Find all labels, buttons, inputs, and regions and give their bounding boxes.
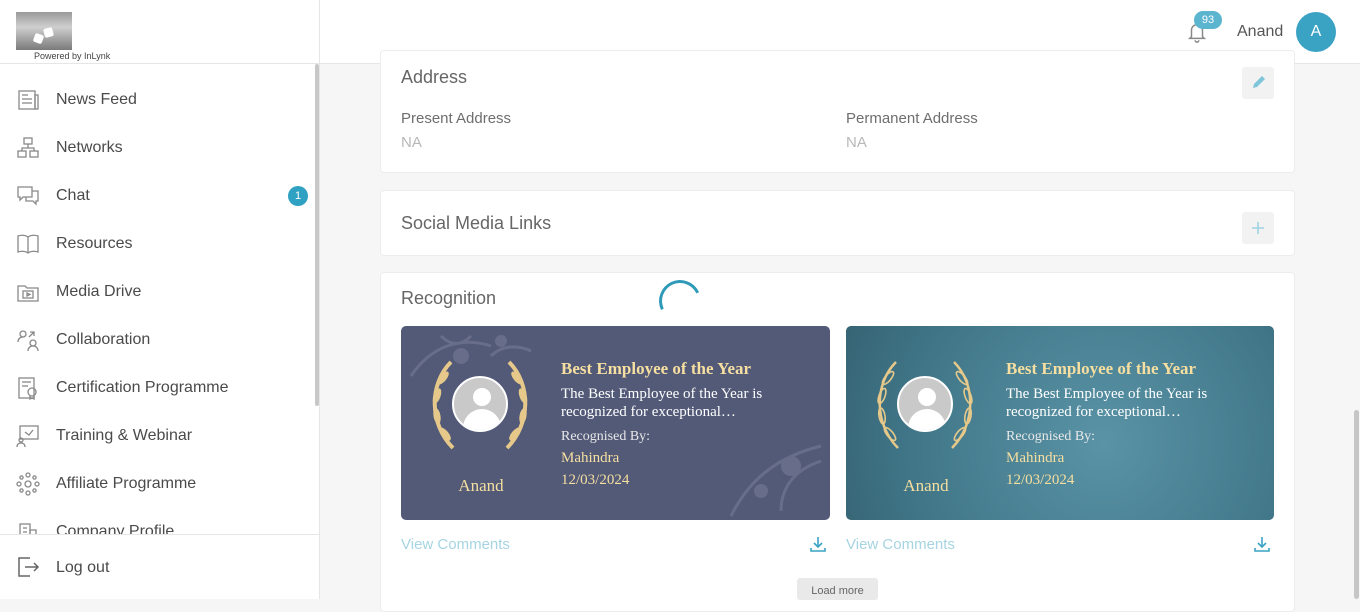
view-comments-link[interactable]: View Comments (846, 536, 955, 553)
sidebar-item-label: Company Profile (56, 523, 175, 534)
permanent-address-label: Permanent Address (846, 110, 978, 127)
sidebar-item-news-feed[interactable]: News Feed (0, 76, 316, 124)
user-name[interactable]: Anand (1237, 23, 1283, 41)
sidebar-item-label: Media Drive (56, 283, 142, 300)
recipient-avatar (452, 376, 508, 432)
news-feed-icon (18, 90, 39, 110)
sidebar-item-label: Networks (56, 139, 123, 156)
recipient-name: Anand (903, 476, 949, 495)
recipient-avatar (897, 376, 953, 432)
edit-address-button[interactable] (1242, 67, 1274, 99)
sidebar-nav: News Feed Networks Chat 1 Resources Medi… (0, 64, 316, 534)
recognition-certificate[interactable]: Anand Best Employee of the Year The Best… (846, 326, 1274, 520)
logout-label: Log out (56, 559, 110, 576)
chat-icon (17, 186, 39, 206)
recognition-title: Recognition (401, 288, 497, 308)
sidebar-item-label: Certification Programme (56, 379, 229, 396)
permanent-address-value: NA (846, 134, 867, 151)
social-media-title: Social Media Links (401, 213, 552, 233)
logout-icon (18, 557, 40, 577)
sidebar-item-media-drive[interactable]: Media Drive (0, 268, 316, 316)
sidebar-item-label: Chat (56, 187, 90, 204)
plus-icon (1252, 222, 1264, 234)
sidebar-item-label: Training & Webinar (56, 427, 193, 444)
powered-by-text: Powered by InLynk (34, 51, 111, 61)
load-more-button[interactable]: Load more (797, 578, 878, 600)
social-media-card: Social Media Links (380, 190, 1295, 256)
sidebar-item-label: Resources (56, 235, 133, 252)
add-social-link-button[interactable] (1242, 212, 1274, 244)
avatar[interactable]: A (1296, 12, 1336, 52)
recognizer-name: Mahindra (1006, 450, 1065, 466)
award-description: The Best Employee of the Year is recogni… (1006, 386, 1208, 420)
notification-count-badge: 93 (1194, 11, 1222, 29)
download-icon[interactable] (809, 535, 827, 553)
company-logo[interactable] (16, 12, 72, 50)
recipient-name: Anand (458, 476, 504, 495)
sidebar-item-resources[interactable]: Resources (0, 220, 316, 268)
logout-button[interactable]: Log out (0, 534, 320, 599)
media-drive-icon (17, 285, 39, 302)
sidebar-item-affiliate-programme[interactable]: Affiliate Programme (0, 460, 316, 508)
pencil-icon (1253, 76, 1265, 88)
sidebar-item-company-profile[interactable]: Company Profile (0, 508, 316, 534)
present-address-label: Present Address (401, 110, 512, 127)
book-icon (17, 234, 39, 254)
award-date: 12/03/2024 (1006, 472, 1075, 488)
sidebar-item-training-webinar[interactable]: Training & Webinar (0, 412, 316, 460)
training-icon (16, 425, 39, 448)
recognised-by-label: Recognised By: (1006, 429, 1096, 444)
sidebar: Powered by InLynk News Feed Networks Cha… (0, 0, 320, 599)
chat-unread-badge: 1 (288, 186, 308, 206)
collaboration-icon (17, 330, 39, 352)
sidebar-scrollbar[interactable] (315, 64, 319, 406)
floral-decoration (729, 444, 822, 517)
address-card: Address Present Address NA Permanent Add… (380, 50, 1295, 173)
affiliate-icon (16, 472, 40, 496)
building-icon (19, 523, 37, 534)
address-title: Address (401, 67, 468, 87)
sidebar-item-collaboration[interactable]: Collaboration (0, 316, 316, 364)
recognised-by-label: Recognised By: (561, 429, 651, 444)
sidebar-item-label: Collaboration (56, 331, 151, 348)
networks-icon (17, 137, 39, 158)
award-title: Best Employee of the Year (561, 359, 752, 378)
present-address-value: NA (401, 134, 422, 151)
recognizer-name: Mahindra (561, 450, 620, 466)
award-description: The Best Employee of the Year is recogni… (561, 386, 763, 420)
view-comments-link[interactable]: View Comments (401, 536, 510, 553)
sidebar-item-chat[interactable]: Chat 1 (0, 172, 316, 220)
sidebar-item-label: News Feed (56, 91, 137, 108)
logo-area: Powered by InLynk (0, 0, 320, 64)
award-date: 12/03/2024 (561, 472, 630, 488)
award-title: Best Employee of the Year (1006, 359, 1197, 378)
download-icon[interactable] (1253, 535, 1271, 553)
main-scrollbar[interactable] (1354, 410, 1359, 599)
recognition-certificate[interactable]: Anand Best Employee of the Year The Best… (401, 326, 830, 520)
certificate-icon (18, 377, 37, 400)
sidebar-item-label: Affiliate Programme (56, 475, 197, 492)
sidebar-item-networks[interactable]: Networks (0, 124, 316, 172)
sidebar-item-certification-programme[interactable]: Certification Programme (0, 364, 316, 412)
